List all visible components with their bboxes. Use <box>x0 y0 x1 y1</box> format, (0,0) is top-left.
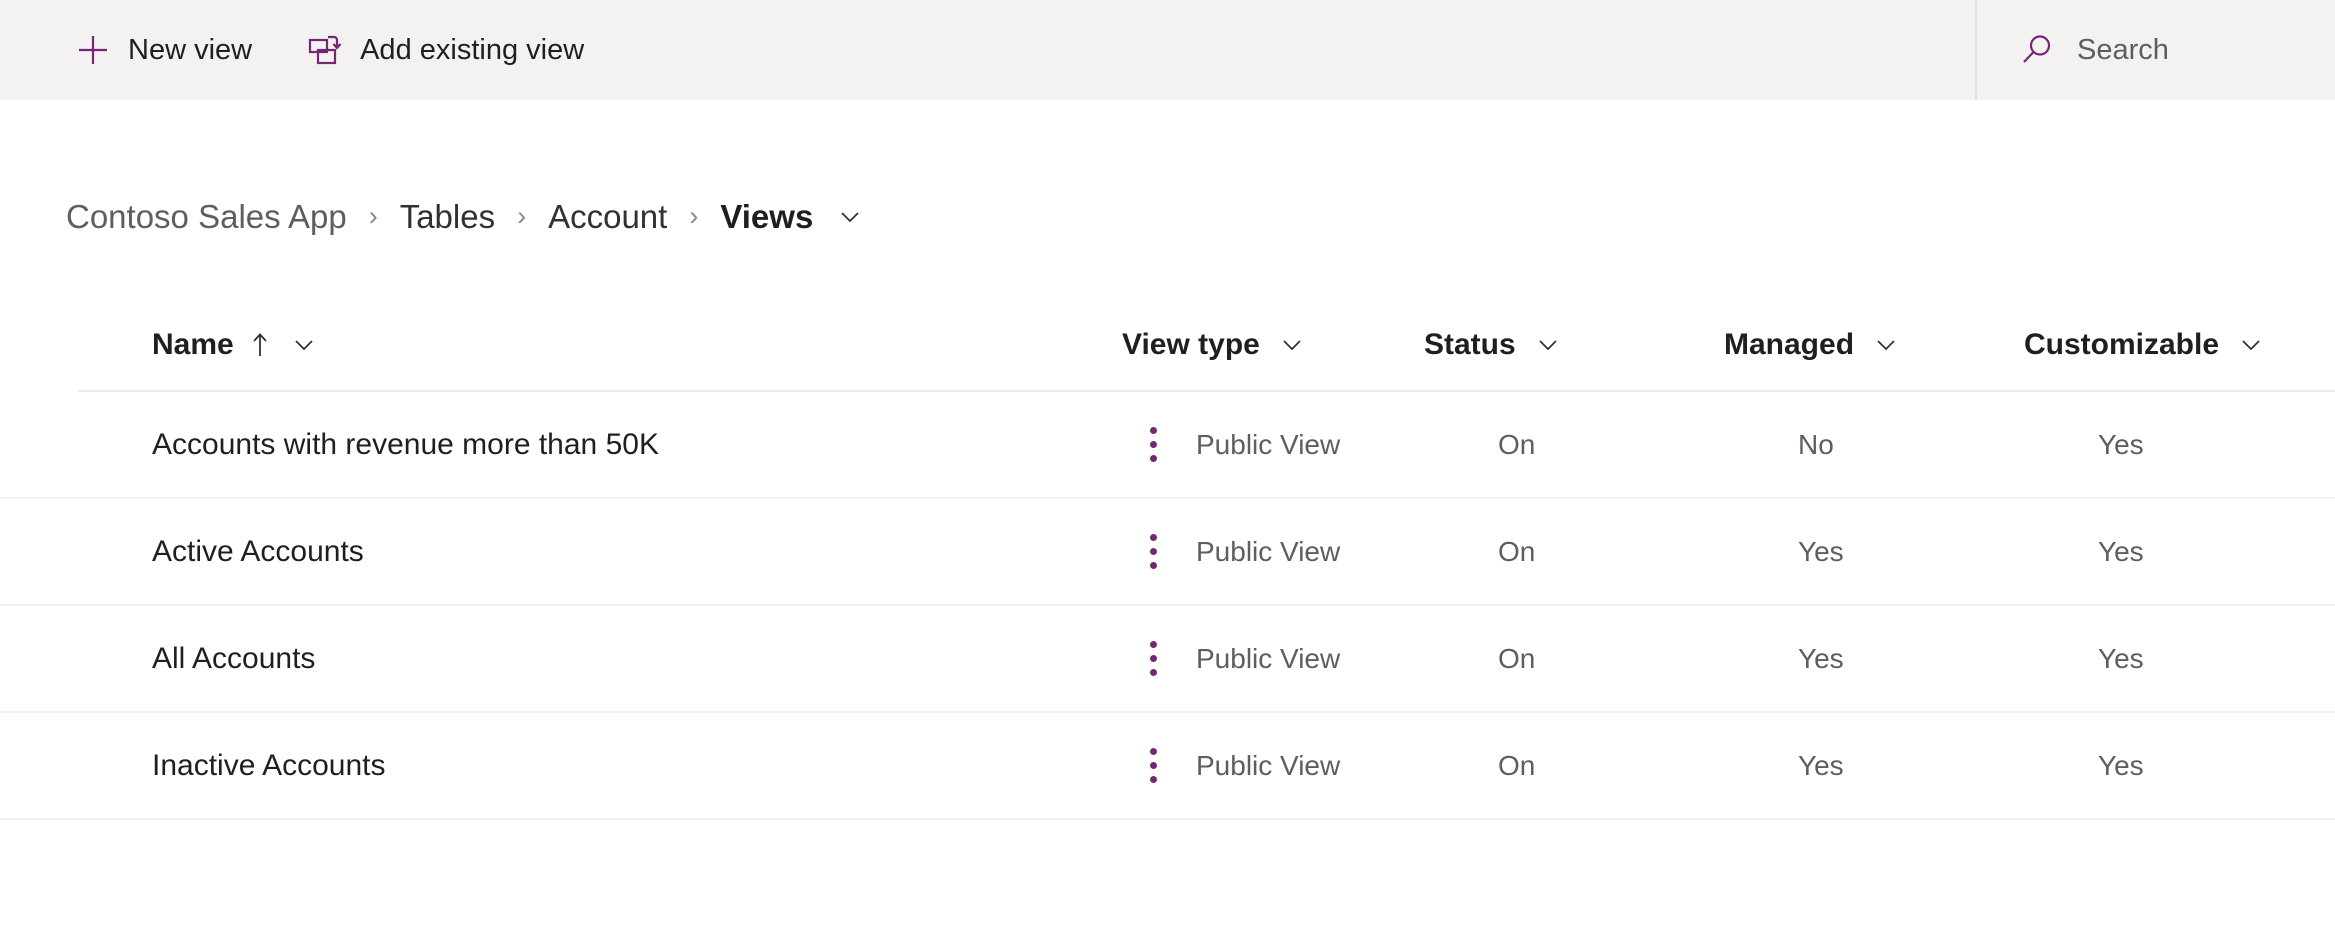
plus-icon <box>76 33 110 67</box>
cell-view-type: Public View <box>1196 606 1498 711</box>
add-existing-view-label: Add existing view <box>360 33 585 66</box>
table-row[interactable]: Active Accounts Public View On Yes Yes <box>0 499 2335 606</box>
table-row[interactable]: Inactive Accounts Public View On Yes Yes <box>0 713 2335 820</box>
row-view-type-label: Public View <box>1196 428 1341 460</box>
row-customizable-label: Yes <box>2098 749 2144 781</box>
cell-view-type: Public View <box>1196 713 1498 818</box>
breadcrumb-item-tables[interactable]: Tables <box>398 196 497 237</box>
search-box[interactable]: Search <box>1975 0 2335 100</box>
row-actions[interactable] <box>1128 392 1196 497</box>
more-vertical-icon[interactable] <box>1128 522 1178 582</box>
breadcrumb-separator-icon: › <box>368 201 378 231</box>
grid-header-row: Name View type Status Managed Customizab… <box>78 300 2335 392</box>
column-header-status-chevron-down-icon[interactable] <box>1534 331 1562 359</box>
row-actions[interactable] <box>1128 713 1196 818</box>
add-existing-view-button[interactable]: Add existing view <box>302 19 590 81</box>
column-header-name-chevron-down-icon[interactable] <box>290 331 318 359</box>
cell-name: Active Accounts <box>152 499 1128 604</box>
more-vertical-icon[interactable] <box>1128 736 1178 796</box>
column-header-name-label: Name <box>152 328 234 361</box>
column-header-status[interactable]: Status <box>1424 300 1724 390</box>
cell-managed: No <box>1798 392 2098 497</box>
column-header-managed-chevron-down-icon[interactable] <box>1872 331 1900 359</box>
column-header-view-type-label: View type <box>1122 328 1260 361</box>
column-header-customizable[interactable]: Customizable <box>2024 300 2324 390</box>
row-name-label: Inactive Accounts <box>152 748 386 782</box>
breadcrumb-separator-icon: › <box>517 201 527 231</box>
cell-name: Inactive Accounts <box>152 713 1128 818</box>
cell-view-type: Public View <box>1196 392 1498 497</box>
row-managed-label: Yes <box>1798 642 1844 674</box>
row-name-label: All Accounts <box>152 641 316 675</box>
cell-status: On <box>1498 713 1798 818</box>
row-customizable-label: Yes <box>2098 642 2144 674</box>
row-managed-label: Yes <box>1798 749 1844 781</box>
column-header-view-type-chevron-down-icon[interactable] <box>1278 331 1306 359</box>
cell-view-type: Public View <box>1196 499 1498 604</box>
row-actions[interactable] <box>1128 499 1196 604</box>
row-status-label: On <box>1498 428 1536 460</box>
cell-customizable: Yes <box>2098 606 2335 711</box>
cell-name: All Accounts <box>152 606 1128 711</box>
column-header-view-type[interactable]: View type <box>1122 300 1424 390</box>
table-row[interactable]: All Accounts Public View On Yes Yes <box>0 606 2335 713</box>
breadcrumb-item-account[interactable]: Account <box>546 196 669 237</box>
row-status-label: On <box>1498 535 1536 567</box>
column-header-managed[interactable]: Managed <box>1724 300 2024 390</box>
column-header-customizable-label: Customizable <box>2024 328 2220 361</box>
cell-managed: Yes <box>1798 499 2098 604</box>
cell-status: On <box>1498 499 1798 604</box>
cell-customizable: Yes <box>2098 392 2335 497</box>
cell-status: On <box>1498 392 1798 497</box>
new-view-button[interactable]: New view <box>70 19 258 81</box>
column-header-status-label: Status <box>1424 328 1516 361</box>
breadcrumb-item-app[interactable]: Contoso Sales App <box>64 196 349 237</box>
row-status-label: On <box>1498 749 1536 781</box>
row-customizable-label: Yes <box>2098 428 2144 460</box>
breadcrumb-chevron-down-icon[interactable] <box>835 202 865 232</box>
row-managed-label: No <box>1798 428 1834 460</box>
row-name-label: Active Accounts <box>152 534 364 568</box>
row-managed-label: Yes <box>1798 535 1844 567</box>
breadcrumb-separator-icon: › <box>689 201 699 231</box>
cell-name: Accounts with revenue more than 50K <box>152 392 1128 497</box>
cell-managed: Yes <box>1798 713 2098 818</box>
command-bar-actions: New view Add existing view <box>0 0 590 100</box>
arrow-up-icon <box>248 330 272 360</box>
more-vertical-icon[interactable] <box>1128 629 1178 689</box>
row-actions[interactable] <box>1128 606 1196 711</box>
more-vertical-icon[interactable] <box>1128 415 1178 475</box>
table-row[interactable]: Accounts with revenue more than 50K Publ… <box>0 392 2335 499</box>
cell-customizable: Yes <box>2098 713 2335 818</box>
breadcrumb-item-views: Views <box>720 198 814 235</box>
cell-customizable: Yes <box>2098 499 2335 604</box>
column-header-customizable-chevron-down-icon[interactable] <box>2237 331 2265 359</box>
column-header-spacer <box>1054 300 1122 390</box>
views-grid: Name View type Status Managed Customizab… <box>0 300 2335 820</box>
column-header-managed-label: Managed <box>1724 328 1855 361</box>
row-status-label: On <box>1498 642 1536 674</box>
new-view-label: New view <box>128 33 253 66</box>
row-name-label: Accounts with revenue more than 50K <box>152 427 659 461</box>
add-existing-view-icon <box>308 33 342 67</box>
search-icon <box>2019 32 2055 68</box>
breadcrumb: Contoso Sales App › Tables › Account › V… <box>64 196 865 237</box>
search-input[interactable]: Search <box>2077 35 2169 65</box>
cell-managed: Yes <box>1798 606 2098 711</box>
row-view-type-label: Public View <box>1196 535 1341 567</box>
cell-status: On <box>1498 606 1798 711</box>
row-view-type-label: Public View <box>1196 749 1341 781</box>
column-header-name[interactable]: Name <box>152 300 1054 390</box>
row-view-type-label: Public View <box>1196 642 1341 674</box>
row-customizable-label: Yes <box>2098 535 2144 567</box>
